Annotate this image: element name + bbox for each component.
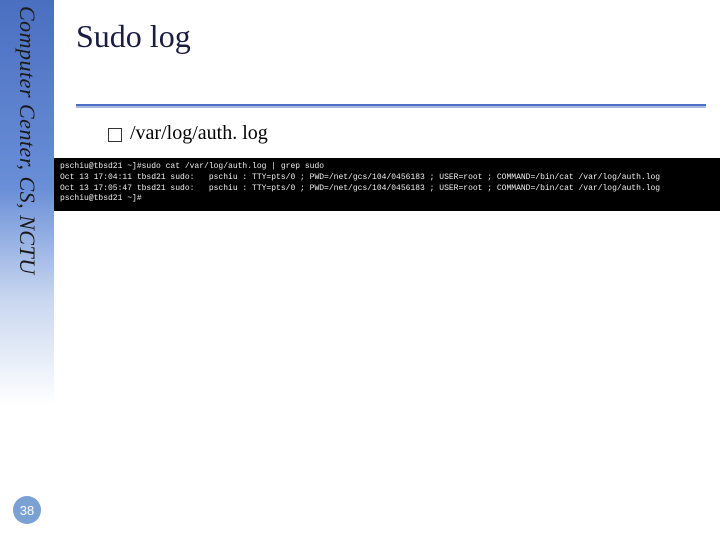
page-title: Sudo log	[76, 18, 191, 55]
bullet-text: /var/log/auth. log	[130, 122, 268, 145]
terminal-line: Oct 13 17:04:11 tbsd21 sudo: pschiu : TT…	[60, 173, 660, 182]
sidebar-label: Computer Center, CS, NCTU	[14, 6, 40, 275]
terminal-line: pschiu@tbsd21 ~]#	[60, 194, 142, 203]
bullet-item: /var/log/auth. log	[108, 122, 268, 145]
page-number-badge: 38	[13, 496, 41, 524]
terminal-output: pschiu@tbsd21 ~]#sudo cat /var/log/auth.…	[54, 158, 720, 211]
terminal-line: Oct 13 17:05:47 tbsd21 sudo: pschiu : TT…	[60, 184, 660, 193]
slide: Computer Center, CS, NCTU 38 Sudo log /v…	[0, 0, 720, 540]
sidebar: Computer Center, CS, NCTU	[0, 0, 54, 540]
square-bullet-icon	[108, 128, 122, 142]
title-divider	[76, 104, 706, 108]
terminal-line: pschiu@tbsd21 ~]#sudo cat /var/log/auth.…	[60, 162, 324, 171]
